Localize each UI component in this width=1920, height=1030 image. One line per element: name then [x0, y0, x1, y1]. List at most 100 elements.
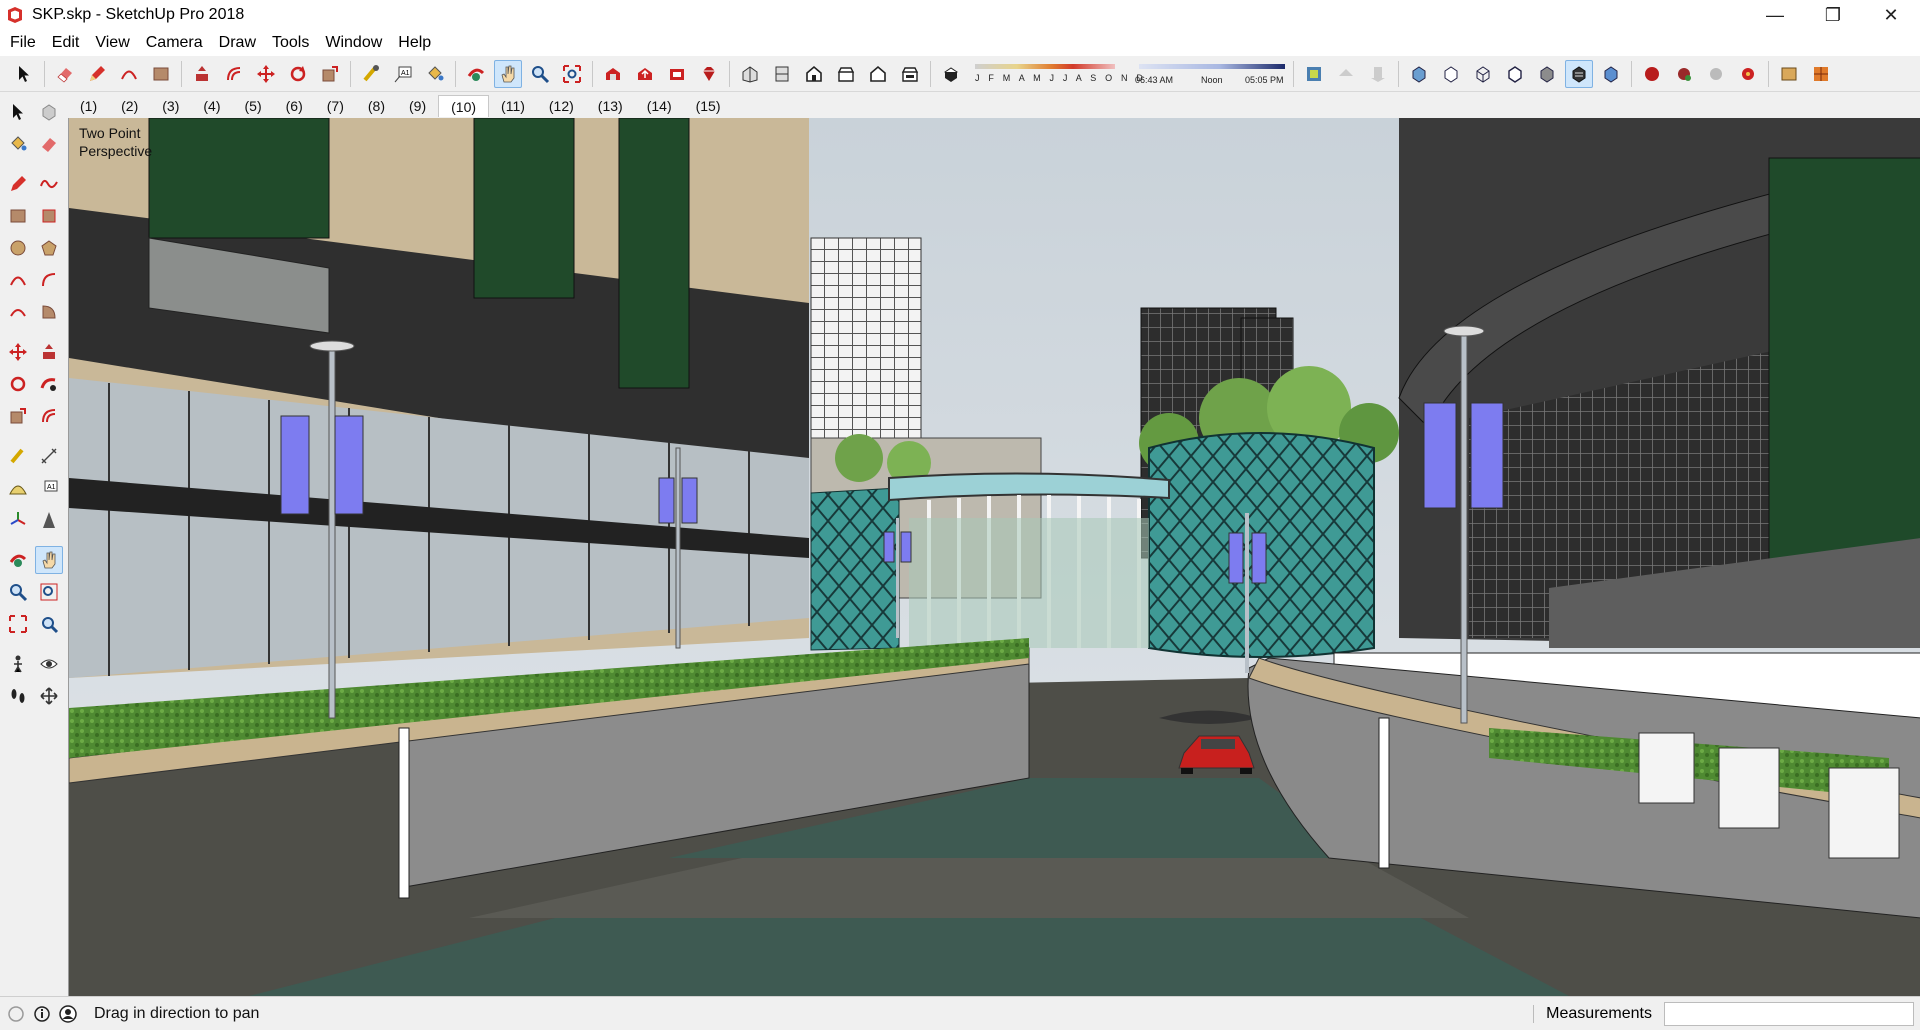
iso-view-button[interactable]	[736, 60, 764, 88]
text-button[interactable]: A1	[35, 474, 63, 502]
account-icon[interactable]	[58, 1004, 78, 1024]
scene-tab-14[interactable]: (14)	[635, 95, 684, 117]
move-tool-button[interactable]	[252, 60, 280, 88]
orbit-tool-button[interactable]	[462, 60, 490, 88]
freehand-button[interactable]	[35, 170, 63, 198]
menu-edit[interactable]: Edit	[44, 30, 88, 56]
plugin-button-4[interactable]	[1734, 60, 1762, 88]
paint-bucket-button[interactable]	[421, 60, 449, 88]
display-section-cuts-button[interactable]	[1364, 60, 1392, 88]
scale-tool-button[interactable]	[316, 60, 344, 88]
section-plane-button[interactable]	[35, 682, 63, 710]
three-point-arc-button[interactable]	[4, 298, 32, 326]
menu-camera[interactable]: Camera	[138, 30, 211, 56]
scene-tab-1[interactable]: (1)	[68, 95, 109, 117]
shadow-time-slider[interactable]: 06:43 AM Noon 05:05 PM	[1135, 61, 1289, 87]
move-button[interactable]	[4, 338, 32, 366]
pan-tool-button[interactable]	[494, 59, 522, 88]
hidden-line-button[interactable]	[1501, 60, 1529, 88]
restore-button[interactable]: ❐	[1804, 0, 1862, 30]
display-section-planes-button[interactable]	[1332, 60, 1360, 88]
back-view-button[interactable]	[864, 60, 892, 88]
orbit-button[interactable]	[4, 546, 32, 574]
offset-tool-button[interactable]	[220, 60, 248, 88]
menu-tools[interactable]: Tools	[264, 30, 317, 56]
monochrome-button[interactable]	[1597, 60, 1625, 88]
plugin-button-1[interactable]	[1638, 60, 1666, 88]
push-pull-tool-button[interactable]	[188, 60, 216, 88]
plugin-button-5[interactable]	[1775, 60, 1803, 88]
paint-bucket-button[interactable]	[4, 130, 32, 158]
tape-measure-button[interactable]	[357, 60, 385, 88]
zoom-tool-button[interactable]	[526, 60, 554, 88]
measurements-input[interactable]	[1664, 1002, 1914, 1026]
shaded-button[interactable]	[1533, 60, 1561, 88]
scene-tab-12[interactable]: (12)	[537, 95, 586, 117]
share-model-button[interactable]	[631, 60, 659, 88]
select-button[interactable]	[4, 98, 32, 126]
follow-me-button[interactable]	[35, 370, 63, 398]
arc-tool-button[interactable]	[115, 60, 143, 88]
menu-window[interactable]: Window	[317, 30, 390, 56]
wireframe-button[interactable]	[1469, 60, 1497, 88]
scene-tab-4[interactable]: (4)	[191, 95, 232, 117]
extension-warehouse-button[interactable]	[663, 60, 691, 88]
scene-tab-3[interactable]: (3)	[150, 95, 191, 117]
model-viewport[interactable]: Two Point Perspective	[68, 118, 1920, 996]
walk-button[interactable]	[4, 682, 32, 710]
rotate-tool-button[interactable]	[284, 60, 312, 88]
back-edges-button[interactable]	[1437, 60, 1465, 88]
line-button[interactable]	[4, 170, 32, 198]
scene-tab-9[interactable]: (9)	[397, 95, 438, 117]
scene-tab-7[interactable]: (7)	[315, 95, 356, 117]
protractor-button[interactable]	[4, 474, 32, 502]
make-component-button[interactable]	[35, 98, 63, 126]
rectangle-button[interactable]	[4, 202, 32, 230]
zoom-extents-button[interactable]	[558, 60, 586, 88]
right-view-button[interactable]	[832, 60, 860, 88]
xray-style-button[interactable]	[1405, 60, 1433, 88]
polygon-button[interactable]	[35, 234, 63, 262]
minimize-button[interactable]: —	[1746, 0, 1804, 30]
geo-location-icon[interactable]	[6, 1004, 26, 1024]
left-view-button[interactable]	[896, 60, 924, 88]
arc-button[interactable]	[4, 266, 32, 294]
text-tool-button[interactable]: A1	[389, 60, 417, 88]
shaded-with-textures-button[interactable]	[1565, 59, 1593, 88]
zoom-window-button[interactable]	[35, 578, 63, 606]
line-tool-button[interactable]	[83, 60, 111, 88]
scene-tab-15[interactable]: (15)	[684, 95, 733, 117]
push-pull-button[interactable]	[35, 338, 63, 366]
menu-draw[interactable]: Draw	[211, 30, 264, 56]
look-around-button[interactable]	[35, 650, 63, 678]
scene-tab-11[interactable]: (11)	[489, 95, 537, 117]
3d-text-button[interactable]	[35, 506, 63, 534]
credits-icon[interactable]	[32, 1004, 52, 1024]
scene-tab-5[interactable]: (5)	[233, 95, 274, 117]
pan-button[interactable]	[35, 546, 63, 574]
scene-tab-13[interactable]: (13)	[586, 95, 635, 117]
pie-button[interactable]	[35, 298, 63, 326]
select-tool-button[interactable]	[10, 60, 38, 88]
dimension-button[interactable]	[35, 442, 63, 470]
rectangle-tool-button[interactable]	[147, 60, 175, 88]
plugin-button-6[interactable]	[1807, 60, 1835, 88]
extension-manager-button[interactable]	[695, 60, 723, 88]
zoom-extents-button[interactable]	[4, 610, 32, 638]
axes-button[interactable]	[4, 506, 32, 534]
menu-view[interactable]: View	[87, 30, 137, 56]
rotate-button[interactable]	[4, 370, 32, 398]
close-button[interactable]: ✕	[1862, 0, 1920, 30]
position-camera-button[interactable]	[4, 650, 32, 678]
rotated-rectangle-button[interactable]	[35, 202, 63, 230]
two-point-arc-button[interactable]	[35, 266, 63, 294]
scene-tab-6[interactable]: (6)	[274, 95, 315, 117]
menu-file[interactable]: File	[2, 30, 44, 56]
front-view-button[interactable]	[800, 60, 828, 88]
shadows-toggle-button[interactable]	[937, 60, 965, 88]
eraser-tool-button[interactable]	[51, 60, 79, 88]
shadow-month-slider[interactable]: J F M A M J J A S O N D	[971, 61, 1143, 87]
scene-tab-8[interactable]: (8)	[356, 95, 397, 117]
top-view-button[interactable]	[768, 60, 796, 88]
tape-measure-button[interactable]	[4, 442, 32, 470]
